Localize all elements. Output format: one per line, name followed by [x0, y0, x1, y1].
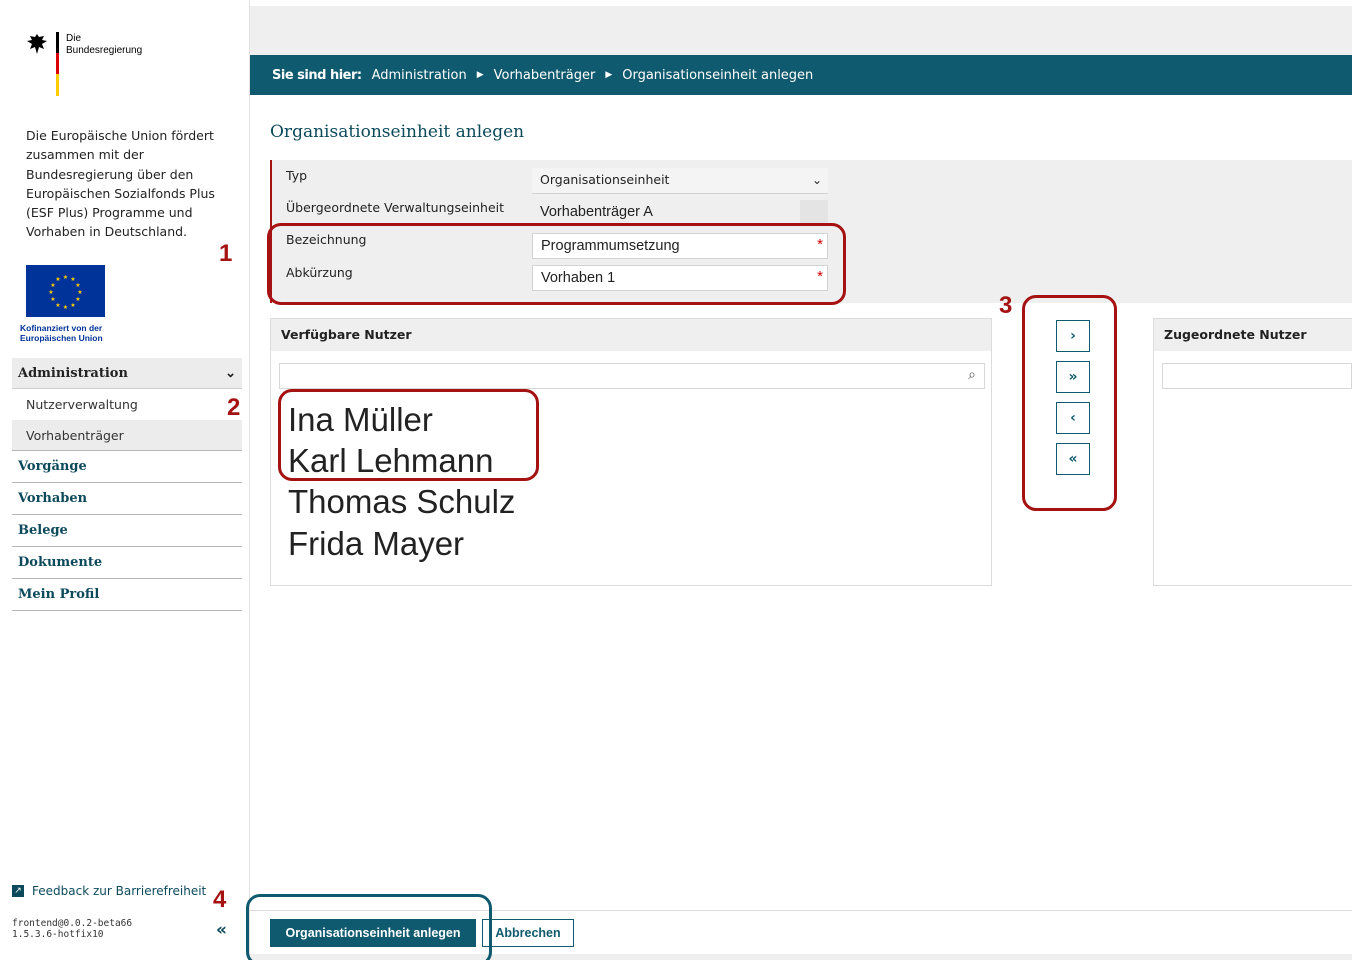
chevron-down-icon: ⌄	[225, 366, 236, 381]
flag-bar	[56, 32, 59, 96]
nav-vorgaenge[interactable]: Vorgänge	[12, 451, 242, 483]
breadcrumb-separator-icon: ▶	[605, 70, 613, 80]
chevron-down-icon: ⌄	[811, 173, 822, 187]
svg-text:★: ★	[63, 304, 68, 311]
feedback-label: Feedback zur Barrierefreiheit	[32, 884, 207, 898]
nav-vorhabentraeger[interactable]: Vorhabenträger	[12, 420, 242, 451]
nav-belege[interactable]: Belege	[12, 515, 242, 547]
annotation-number-4: 4	[213, 886, 227, 913]
highlight-box-1	[267, 223, 846, 305]
assigned-users-title: Zugeordnete Nutzer	[1154, 319, 1352, 351]
nav-vorhaben[interactable]: Vorhaben	[12, 483, 242, 515]
highlight-box-4	[246, 894, 492, 960]
annotation-number-2: 2	[227, 394, 241, 421]
logo-text-line1: Die	[66, 33, 82, 44]
eu-flag-icon: ★ ★★ ★★★ ★★★ ★★★	[26, 265, 105, 317]
version-line1: frontend@0.0.2-beta66	[12, 918, 133, 929]
page-title: Organisationseinheit anlegen	[270, 122, 525, 142]
breadcrumb: Sie sind hier: Administration ▶ Vorhaben…	[250, 55, 1352, 95]
version-line2: 1.5.3.6-hotfix10	[12, 929, 104, 940]
eu-funding-text: Die Europäische Union fördert zusammen m…	[26, 128, 215, 240]
breadcrumb-separator-icon: ▶	[476, 70, 484, 80]
svg-text:★: ★	[48, 289, 53, 296]
bundesregierung-logo[interactable]: Die Bundesregierung	[26, 32, 166, 98]
breadcrumb-item-vorhabentraeger[interactable]: Vorhabenträger	[494, 68, 596, 83]
type-label: Typ	[286, 168, 308, 183]
collapse-sidebar-icon[interactable]: «	[216, 920, 227, 940]
svg-text:★: ★	[55, 302, 60, 309]
sidebar: Die Bundesregierung Die Europäische Unio…	[0, 0, 250, 960]
top-bar	[250, 6, 1352, 55]
external-link-icon: ↗	[12, 885, 24, 897]
feedback-link[interactable]: ↗ Feedback zur Barrierefreiheit	[12, 884, 206, 898]
type-select[interactable]: Organisationseinheit ⌄	[532, 168, 828, 194]
nav-nutzerverwaltung[interactable]: Nutzerverwaltung	[12, 389, 242, 420]
eu-cofund-label: Kofinanziert von der Europäischen Union	[20, 323, 103, 343]
highlight-box-3	[1022, 295, 1117, 511]
svg-text:★: ★	[55, 276, 60, 283]
nav-administration[interactable]: Administration ⌄	[12, 358, 242, 389]
user-list-item[interactable]: Frida Mayer	[288, 525, 464, 563]
annotation-number-1: 1	[219, 240, 233, 267]
assigned-users-search-input[interactable]	[1162, 363, 1352, 389]
user-list-item[interactable]: Thomas Schulz	[288, 483, 515, 521]
breadcrumb-item-current: Organisationseinheit anlegen	[622, 67, 814, 83]
eagle-icon	[27, 34, 47, 54]
svg-text:★: ★	[50, 282, 55, 289]
highlight-box-2	[278, 389, 539, 481]
logo-text-line2: Bundesregierung	[66, 45, 143, 56]
cofund-line1: Kofinanziert von der	[20, 323, 103, 333]
search-icon: ⌕	[968, 367, 976, 383]
cancel-button[interactable]: Abbrechen	[482, 919, 574, 947]
breadcrumb-item-administration[interactable]: Administration	[372, 68, 467, 83]
nav-mein-profil[interactable]: Mein Profil	[12, 579, 242, 611]
svg-text:★: ★	[70, 302, 75, 309]
svg-text:★: ★	[77, 289, 82, 296]
nav-administration-label: Administration	[18, 366, 128, 381]
svg-text:★: ★	[63, 274, 68, 281]
available-users-title: Verfügbare Nutzer	[271, 319, 991, 351]
svg-text:★: ★	[75, 282, 80, 289]
svg-text:★: ★	[75, 296, 80, 303]
version-info: frontend@0.0.2-beta66 1.5.3.6-hotfix10	[12, 918, 132, 940]
type-select-value: Organisationseinheit	[540, 172, 670, 187]
breadcrumb-lead: Sie sind hier:	[272, 67, 362, 83]
main-navigation: Administration ⌄ Nutzerverwaltung Vorhab…	[12, 358, 242, 611]
nav-dokumente[interactable]: Dokumente	[12, 547, 242, 579]
available-users-search-input[interactable]: ⌕	[279, 363, 985, 389]
svg-text:★: ★	[50, 296, 55, 303]
annotation-number-3: 3	[999, 292, 1013, 319]
assigned-users-panel: Zugeordnete Nutzer	[1153, 318, 1352, 586]
cofund-line2: Europäischen Union	[20, 333, 103, 343]
parent-unit-label: Übergeordnete Verwaltungseinheit	[286, 200, 505, 215]
